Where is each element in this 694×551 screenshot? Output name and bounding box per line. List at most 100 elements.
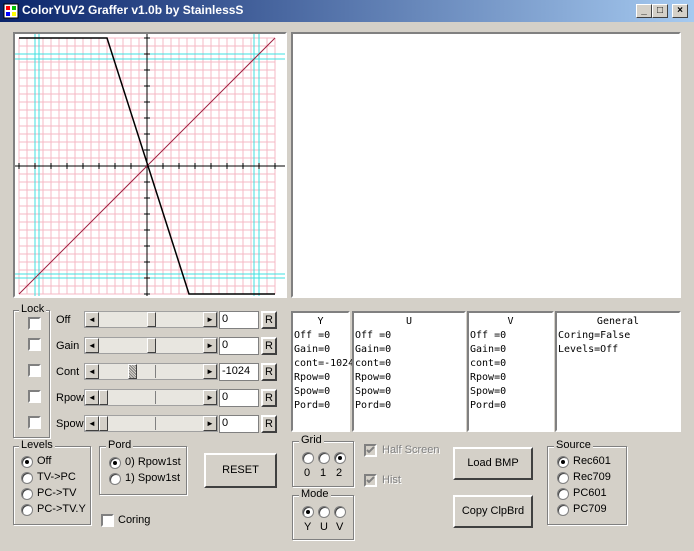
slider-label-gain: Gain [56,340,80,352]
hist-label: Hist [382,474,401,486]
restore-button[interactable]: □ [652,4,668,18]
pord-option-label: 0) Rpow1st [125,456,181,468]
coring-label: Coring [118,514,151,526]
slider-spow[interactable]: ◄ ► [84,415,218,432]
levels-radio-0[interactable] [21,456,33,468]
arrow-left-icon[interactable]: ◄ [85,390,99,405]
mode-radio-1[interactable] [318,506,330,518]
arrow-left-icon[interactable]: ◄ [85,312,99,327]
slider-label-off: Off [56,314,71,326]
grid-radio-label: 0 [304,467,311,479]
slider-label-cont: Cont [56,366,80,378]
levels-radio-1[interactable] [21,472,33,484]
lock-rpow-checkbox[interactable] [28,390,41,403]
info-line: Off =0 [294,330,331,341]
coring-checkbox[interactable] [101,514,114,527]
slider-thumb[interactable] [99,390,108,405]
slider-value-gain[interactable]: 0 [219,337,259,355]
info-u-panel: U Off =0 Gain=0 cont=0 Rpow=0 Spow=0 Pord=0 [352,311,466,432]
grid-title: Grid [299,434,324,446]
mode-title: Mode [299,488,331,500]
pord-group [99,446,187,495]
source-radio-3[interactable] [557,504,569,516]
reset-spow-button[interactable]: R [261,415,277,433]
info-v-panel: V Off =0 Gain=0 cont=0 Rpow=0 Spow=0 Pord=0 [467,311,554,432]
info-general-text: Coring=False Levels=Off [557,329,679,357]
minimize-button[interactable]: _ [636,4,652,18]
slider-off[interactable]: ◄ ► [84,311,218,328]
info-line: cont=-1024 [294,358,355,369]
lock-cont-checkbox[interactable] [28,364,41,377]
slider-divider [155,417,156,430]
source-radio-0[interactable] [557,456,569,468]
info-line: Rpow=0 [470,372,507,383]
lock-off-checkbox[interactable] [28,317,41,330]
slider-divider [155,391,156,404]
close-button[interactable]: × [672,4,688,18]
slider-cont[interactable]: ◄ ► [84,363,218,380]
load-bmp-button[interactable]: Load BMP [453,447,533,480]
slider-thumb[interactable] [128,364,137,379]
slider-value-off[interactable]: 0 [219,311,259,329]
info-y-header: Y [317,316,324,327]
grid-radio-label: 1 [320,467,327,479]
slider-thumb[interactable] [147,312,156,327]
slider-gain[interactable]: ◄ ► [84,337,218,354]
grid-radio-0[interactable] [302,452,314,464]
source-option-label: PC709 [573,503,607,515]
source-radio-1[interactable] [557,472,569,484]
pord-title: Pord [106,439,134,451]
slider-value-spow[interactable]: 0 [219,415,259,433]
arrow-right-icon[interactable]: ► [203,312,217,327]
arrow-left-icon[interactable]: ◄ [85,416,99,431]
source-radio-2[interactable] [557,488,569,500]
source-option-label: Rec709 [573,471,611,483]
pord-radio-1[interactable] [109,473,121,485]
app-icon [3,3,19,19]
reset-button[interactable]: RESET [204,453,277,488]
lock-spow-checkbox[interactable] [28,416,41,429]
reset-off-button[interactable]: R [261,311,277,329]
levels-title: Levels [19,439,55,451]
grid-radio-2[interactable] [334,452,346,464]
levels-radio-2[interactable] [21,488,33,500]
lock-gain-checkbox[interactable] [28,338,41,351]
arrow-right-icon[interactable]: ► [203,416,217,431]
mode-radio-0[interactable] [302,506,314,518]
slider-value-cont[interactable]: -1024 [219,363,259,381]
slider-label-spow: Spow [56,418,84,430]
grid-radio-1[interactable] [318,452,330,464]
info-line: Pord=0 [294,400,331,411]
mode-radio-2[interactable] [334,506,346,518]
info-line: Coring=False [558,330,631,341]
slider-rpow[interactable]: ◄ ► [84,389,218,406]
copy-clipboard-button[interactable]: Copy ClpBrd [453,495,533,528]
slider-value-rpow[interactable]: 0 [219,389,259,407]
levels-option-label: Off [37,455,52,467]
reset-cont-button[interactable]: R [261,363,277,381]
source-option-label: Rec601 [573,455,611,467]
arrow-right-icon[interactable]: ► [203,364,217,379]
info-line: Rpow=0 [355,372,392,383]
half-screen-checkbox[interactable] [364,444,377,457]
reset-rpow-button[interactable]: R [261,389,277,407]
arrow-left-icon[interactable]: ◄ [85,364,99,379]
mode-radio-label: U [320,521,328,533]
info-u-text: Off =0 Gain=0 cont=0 Rpow=0 Spow=0 Pord=0 [354,329,464,413]
mode-radio-label: Y [304,521,312,533]
pord-radio-0[interactable] [109,457,121,469]
levels-option-label: TV->PC [37,471,76,483]
reset-gain-button[interactable]: R [261,337,277,355]
window-title: ColorYUV2 Graffer v1.0b by StainlessS [22,3,244,17]
info-v-text: Off =0 Gain=0 cont=0 Rpow=0 Spow=0 Pord=0 [469,329,552,413]
title-bar[interactable]: ColorYUV2 Graffer v1.0b by StainlessS _ … [0,0,694,22]
arrow-left-icon[interactable]: ◄ [85,338,99,353]
arrow-right-icon[interactable]: ► [203,338,217,353]
levels-radio-3[interactable] [21,504,33,516]
info-line: cont=0 [470,358,507,369]
slider-thumb[interactable] [99,416,108,431]
arrow-right-icon[interactable]: ► [203,390,217,405]
hist-checkbox[interactable] [364,474,377,487]
info-line: Levels=Off [558,344,619,355]
slider-thumb[interactable] [147,338,156,353]
